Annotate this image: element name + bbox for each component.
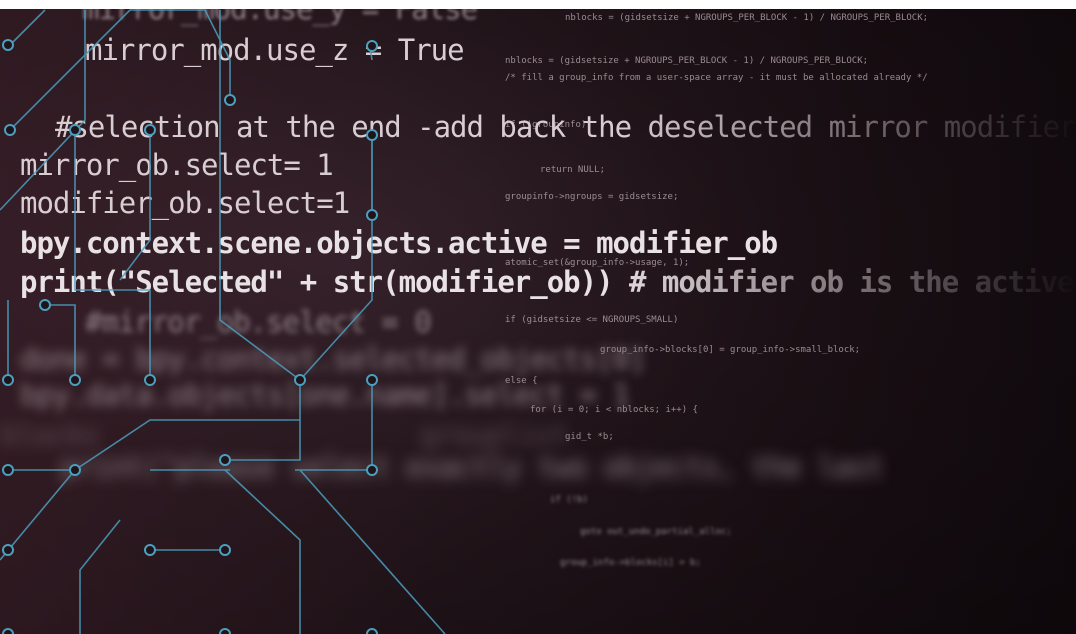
circuit-lines-graphic [0, 9, 446, 634]
code-background-image: nblocks = (gidsetsize + NGROUPS_PER_BLOC… [0, 0, 1076, 634]
top-border [0, 0, 1076, 9]
